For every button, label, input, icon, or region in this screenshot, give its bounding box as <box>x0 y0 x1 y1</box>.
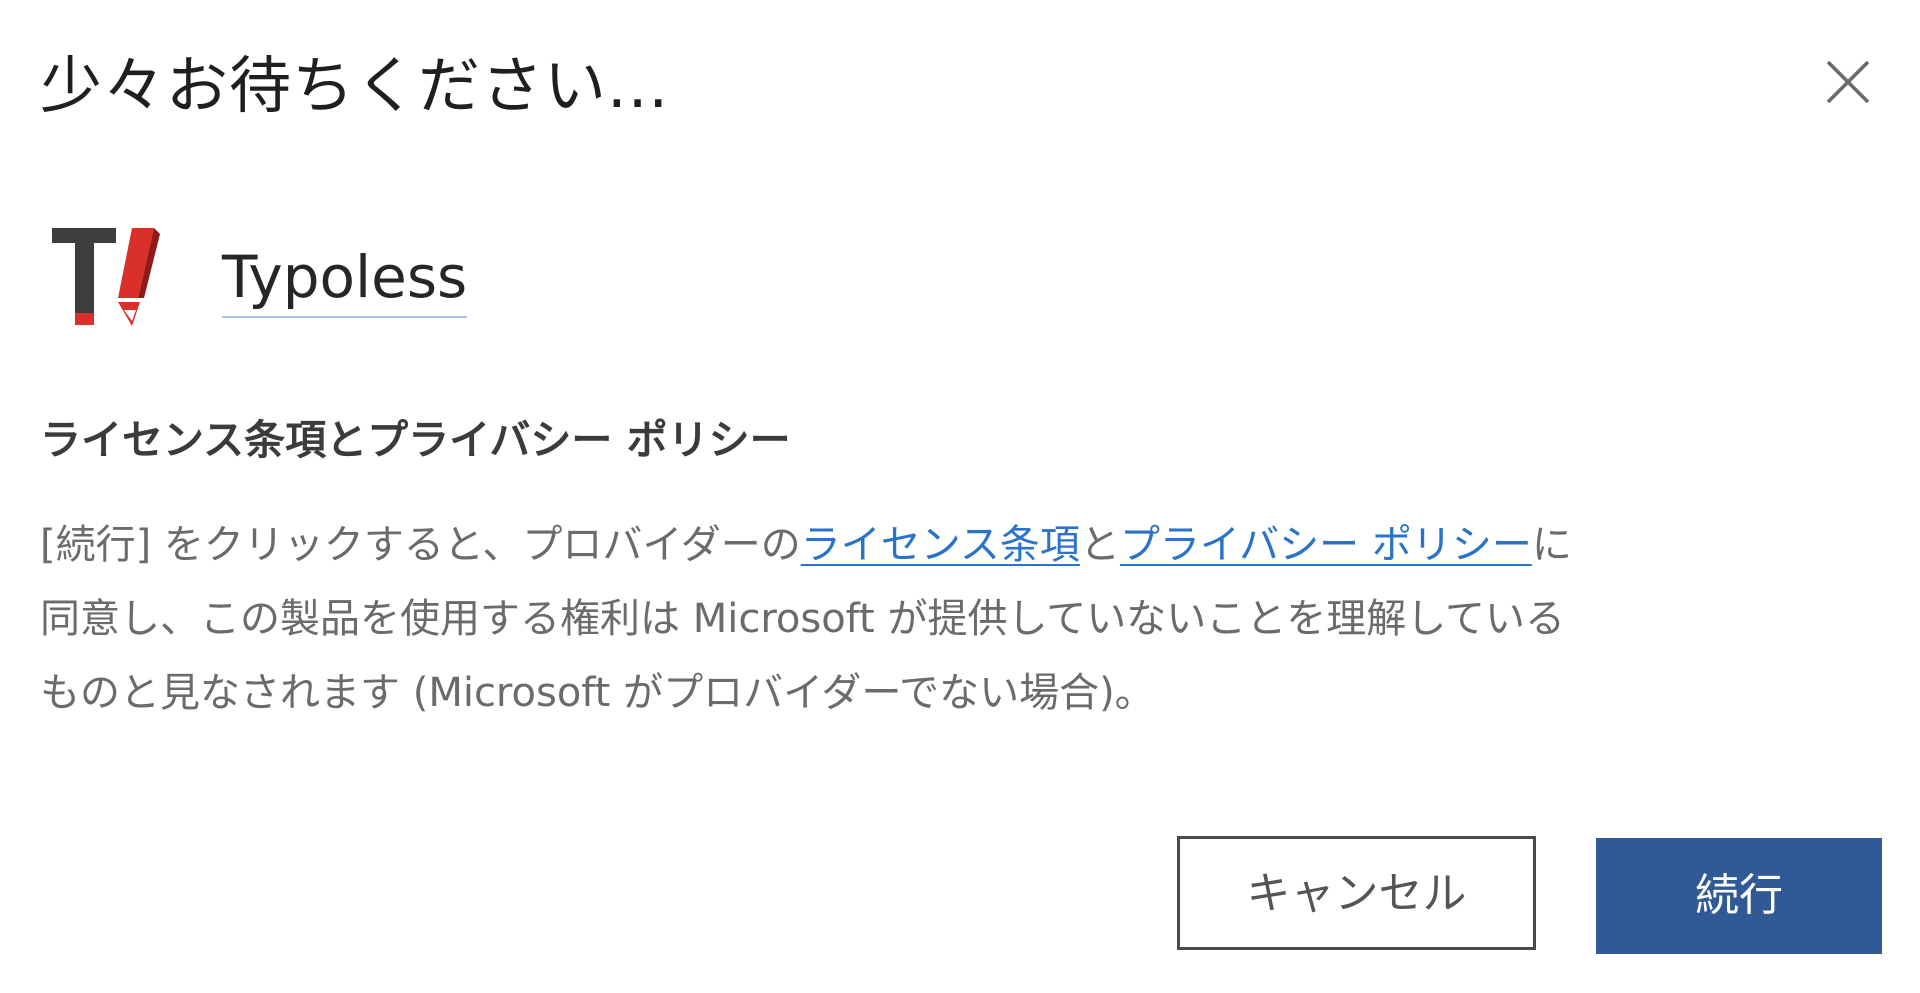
continue-button[interactable]: 続行 <box>1596 838 1882 954</box>
terms-line-1: [続行] をクリックすると、プロバイダーのライセンス条項とプライバシー ポリシー… <box>40 508 1870 582</box>
terms-line-3: ものと見なされます (Microsoft がプロバイダーでない場合)。 <box>40 670 1155 716</box>
consent-dialog: 少々お待ちください... Typoless ライセンス条項とプライバシー ポリシ… <box>0 0 1920 993</box>
terms-text: に <box>1531 522 1572 568</box>
close-icon <box>1826 60 1870 104</box>
license-terms-link[interactable]: ライセンス条項 <box>801 522 1080 568</box>
cancel-button[interactable]: キャンセル <box>1177 836 1536 950</box>
terms-text: [続行] をクリックすると、プロバイダーの <box>40 522 801 568</box>
terms-heading: ライセンス条項とプライバシー ポリシー <box>40 416 791 464</box>
addin-name-link[interactable]: Typoless <box>222 242 468 318</box>
privacy-policy-link[interactable]: プライバシー ポリシー <box>1120 522 1532 568</box>
close-button[interactable] <box>1822 56 1874 108</box>
typoless-logo-icon <box>52 228 160 326</box>
dialog-title: 少々お待ちください... <box>40 49 670 122</box>
terms-line-2: 同意し、この製品を使用する権利は Microsoft が提供していないことを理解… <box>40 596 1566 642</box>
terms-body: [続行] をクリックすると、プロバイダーのライセンス条項とプライバシー ポリシー… <box>40 508 1870 730</box>
terms-text: と <box>1079 522 1120 568</box>
